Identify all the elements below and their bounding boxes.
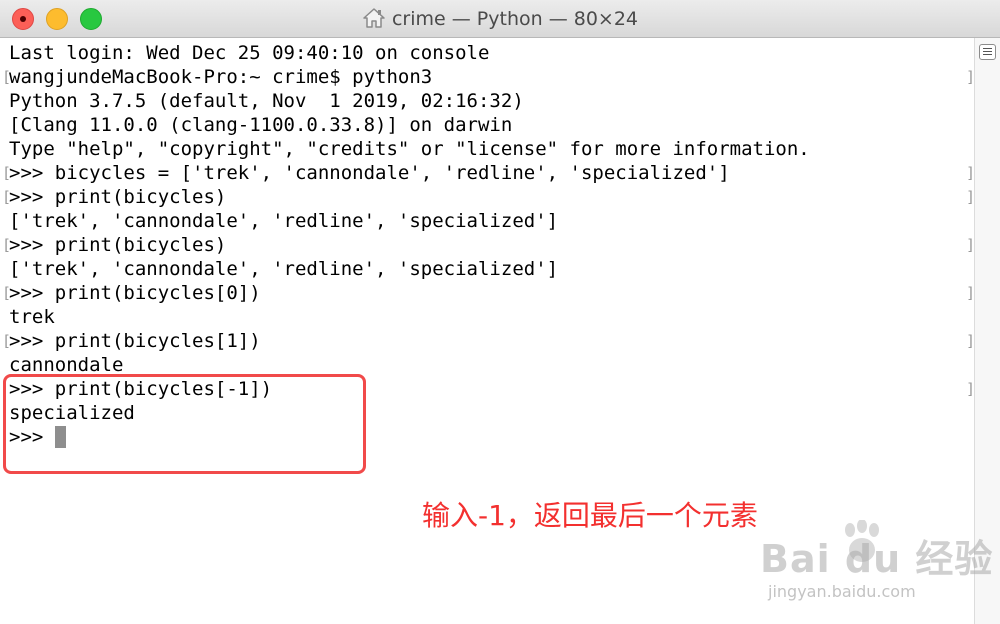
title-bar[interactable]: crime — Python — 80×24 (0, 0, 1000, 38)
terminal-line: Type "help", "copyright", "credits" or "… (9, 138, 810, 160)
paw-icon (845, 520, 879, 562)
annotation-text: 输入-1，返回最后一个元素 (422, 499, 758, 532)
window-title: crime — Python — 80×24 (391, 8, 639, 30)
terminal-line: >>> print(bicycles[0]) (9, 282, 261, 304)
terminal-line: Last login: Wed Dec 25 09:40:10 on conso… (9, 42, 490, 64)
terminal-line: >>> print(bicycles) (9, 234, 227, 256)
highlight-box (3, 374, 366, 474)
terminal-line: trek (9, 306, 55, 328)
home-icon (363, 8, 385, 28)
terminal-line: [Clang 11.0.0 (clang-1100.0.33.8)] on da… (9, 114, 513, 136)
terminal-line: wangjundeMacBook-Pro:~ crime$ python3 (9, 66, 433, 88)
terminal-line: >>> print(bicycles[1]) (9, 330, 261, 352)
terminal-window: crime — Python — 80×24 Last login: Wed D… (0, 0, 1000, 624)
terminal-line: ['trek', 'cannondale', 'redline', 'speci… (9, 210, 559, 232)
terminal-line: ['trek', 'cannondale', 'redline', 'speci… (9, 258, 559, 280)
terminal-line: Python 3.7.5 (default, Nov 1 2019, 02:16… (9, 90, 524, 112)
baidu-watermark: Bai du 经验 jingyan.baidu.com (760, 520, 992, 610)
split-pane-button[interactable] (979, 44, 996, 60)
terminal-line: >>> print(bicycles) (9, 186, 227, 208)
terminal-line: >>> bicycles = ['trek', 'cannondale', 'r… (9, 162, 730, 184)
window-title-area: crime — Python — 80×24 (0, 0, 1000, 38)
watermark-url: jingyan.baidu.com (768, 582, 916, 601)
